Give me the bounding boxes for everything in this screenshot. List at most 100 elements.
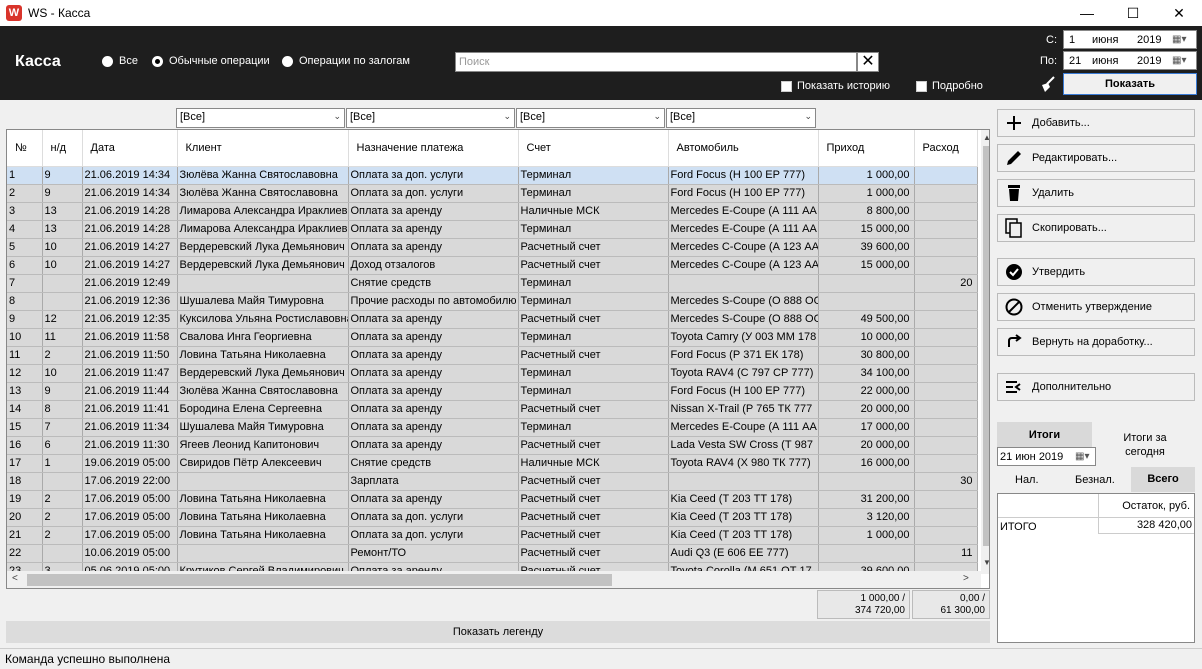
show-history-checkbox[interactable]: Показать историю [781, 80, 890, 92]
table-cell: 15 000,00 [818, 220, 915, 239]
to-date-picker[interactable]: 21 июня 2019 ▦▾ [1063, 51, 1197, 70]
table-cell: Оплата за доп. услуги [348, 166, 519, 185]
table-row[interactable]: 20 2 17.06.2019 05:00 Ловина Татьяна Никола… [7, 508, 978, 527]
radio-deposits[interactable]: Операции по залогам [282, 55, 410, 67]
table-cell: Оплата за аренду [348, 418, 519, 437]
from-day: 1 [1069, 33, 1076, 46]
table-row[interactable]: 4 13 21.06.2019 14:28 Лимарова Александра И… [7, 220, 978, 239]
summary-date-picker[interactable]: 21 июн 2019 ▦▾ [997, 447, 1096, 466]
table-cell [818, 274, 915, 293]
details-box[interactable] [916, 80, 927, 92]
filter-account[interactable]: [Все] ⌄ [516, 108, 665, 128]
column-header[interactable]: Назначение платежа [348, 130, 519, 167]
table-row[interactable]: 11 2 21.06.2019 11:50 Ловина Татьяна Никола… [7, 346, 978, 365]
table-row[interactable]: 2 9 21.06.2019 14:34 Зюлёва Жанна Святослав… [7, 184, 978, 203]
details-checkbox[interactable]: Подробно [916, 80, 983, 92]
show-button[interactable]: Показать [1063, 73, 1197, 95]
return-for-revision-button[interactable]: Вернуть на доработку... [997, 328, 1195, 356]
table-row[interactable]: 14 8 21.06.2019 11:41 Бородина Елена Сергее… [7, 400, 978, 419]
column-header[interactable]: Расход [914, 130, 978, 167]
tab-total[interactable]: Всего [1131, 467, 1195, 492]
table-row[interactable]: 1 9 21.06.2019 14:34 Зюлёва Жанна Святослав… [7, 166, 978, 185]
scroll-up-icon[interactable]: ▲ [983, 133, 989, 142]
copy-icon [1004, 218, 1024, 238]
column-header[interactable]: Автомобиль [668, 130, 819, 167]
today-totals-label[interactable]: Итоги за сегодня [1105, 431, 1185, 459]
filter-purpose[interactable]: [Все] ⌄ [346, 108, 515, 128]
calendar-icon[interactable]: ▦▾ [1172, 34, 1186, 45]
table-row[interactable]: 19 2 17.06.2019 05:00 Ловина Татьяна Никола… [7, 490, 978, 509]
radio-all-dot[interactable] [102, 55, 113, 67]
table-row[interactable]: 8 21.06.2019 12:36 Шушалева Майя Тимуровна… [7, 292, 978, 311]
tab-cash[interactable]: Нал. [1015, 474, 1039, 486]
totals-button[interactable]: Итоги [997, 422, 1092, 448]
filter-client[interactable]: [Все] ⌄ [176, 108, 345, 128]
from-date-picker[interactable]: 1 июня 2019 ▦▾ [1063, 30, 1197, 49]
minimize-icon[interactable]: — [1064, 0, 1110, 26]
scroll-left-icon[interactable]: < [12, 573, 18, 584]
plus-icon [1004, 113, 1024, 133]
copy-button[interactable]: Скопировать... [997, 214, 1195, 242]
table-row[interactable]: 12 10 21.06.2019 11:47 Вердеревский Лука Де… [7, 364, 978, 383]
broom-icon[interactable] [1038, 74, 1058, 94]
add-button[interactable]: Добавить... [997, 109, 1195, 137]
table-row[interactable]: 9 12 21.06.2019 12:35 Куксилова Ульяна Рост… [7, 310, 978, 329]
column-header[interactable]: н/д [42, 130, 83, 167]
approve-button-label: Утвердить [1032, 266, 1086, 278]
table-row[interactable]: 10 11 21.06.2019 11:58 Свалова Инга Георгие… [7, 328, 978, 347]
table-cell: 5 [7, 238, 43, 257]
operations-grid[interactable]: № н/д Дата Клиент Назначение платежа Счет Авто… [6, 129, 990, 589]
income-total-line1: 1 000,00 / [860, 593, 905, 604]
horizontal-scroll-thumb[interactable] [27, 574, 612, 586]
table-cell: 1 000,00 [818, 526, 915, 545]
table-cell [914, 346, 978, 365]
edit-button[interactable]: Редактировать... [997, 144, 1195, 172]
radio-regular-dot[interactable] [152, 55, 163, 67]
table-cell: Терминал [518, 184, 669, 203]
table-row[interactable]: 6 10 21.06.2019 14:27 Вердеревский Лука Дем… [7, 256, 978, 275]
close-icon[interactable]: ✕ [1156, 0, 1202, 26]
vertical-scroll-thumb[interactable] [983, 146, 989, 546]
radio-regular[interactable]: Обычные операции [152, 55, 270, 67]
delete-button-label: Удалить [1032, 187, 1074, 199]
table-row[interactable]: 7 21.06.2019 12:49 Снятие средств Терминал 2… [7, 274, 978, 293]
table-row[interactable]: 3 13 21.06.2019 14:28 Лимарова Александра И… [7, 202, 978, 221]
filter-car[interactable]: [Все] ⌄ [666, 108, 816, 128]
table-cell: 17.06.2019 22:00 [82, 472, 178, 491]
table-row[interactable]: 21 2 17.06.2019 05:00 Ловина Татьяна Никола… [7, 526, 978, 545]
tab-cashless[interactable]: Безнал. [1075, 474, 1115, 486]
calendar-icon[interactable]: ▦▾ [1172, 55, 1186, 66]
column-header[interactable]: Счет [518, 130, 669, 167]
show-legend-button[interactable]: Показать легенду [6, 621, 990, 643]
search-input[interactable]: Поиск [455, 52, 857, 72]
window-title: WS - Касса [28, 6, 91, 20]
cancel-approval-button[interactable]: Отменить утверждение [997, 293, 1195, 321]
column-header[interactable]: Приход [818, 130, 915, 167]
table-cell: Вердеревский Лука Демьянович [177, 256, 349, 275]
maximize-icon[interactable]: ☐ [1110, 0, 1156, 26]
table-row[interactable]: 18 17.06.2019 22:00 Зарплата Расчетный счет… [7, 472, 978, 491]
delete-button[interactable]: Удалить [997, 179, 1195, 207]
radio-all[interactable]: Все [102, 55, 138, 67]
table-cell: 8 [7, 292, 43, 311]
calendar-icon[interactable]: ▦▾ [1075, 451, 1089, 462]
table-row[interactable]: 22 10.06.2019 05:00 Ремонт/ТО Расчетный сче… [7, 544, 978, 563]
scroll-down-icon[interactable]: ▼ [983, 558, 989, 567]
table-row[interactable]: 5 10 21.06.2019 14:27 Вердеревский Лука Дем… [7, 238, 978, 257]
table-row[interactable]: 15 7 21.06.2019 11:34 Шушалева Майя Тимуров… [7, 418, 978, 437]
column-header[interactable]: Дата [82, 130, 178, 167]
approve-button[interactable]: Утвердить [997, 258, 1195, 286]
show-history-box[interactable] [781, 80, 792, 92]
table-cell: 21.06.2019 14:34 [82, 166, 178, 185]
more-button[interactable]: Дополнительно [997, 373, 1195, 401]
radio-deposits-dot[interactable] [282, 55, 293, 67]
table-row[interactable]: 16 6 21.06.2019 11:30 Ягеев Леонид Капитоно… [7, 436, 978, 455]
clear-search-icon[interactable]: ✕ [857, 52, 879, 72]
column-header[interactable]: № [7, 130, 43, 167]
trash-icon [1004, 183, 1024, 203]
table-row[interactable]: 13 9 21.06.2019 11:44 Зюлёва Жанна Святосла… [7, 382, 978, 401]
table-row[interactable]: 17 1 19.06.2019 05:00 Свиридов Пётр Алексее… [7, 454, 978, 473]
column-header[interactable]: Клиент [177, 130, 349, 167]
add-button-label: Добавить... [1032, 117, 1090, 129]
scroll-right-icon[interactable]: > [963, 573, 969, 584]
